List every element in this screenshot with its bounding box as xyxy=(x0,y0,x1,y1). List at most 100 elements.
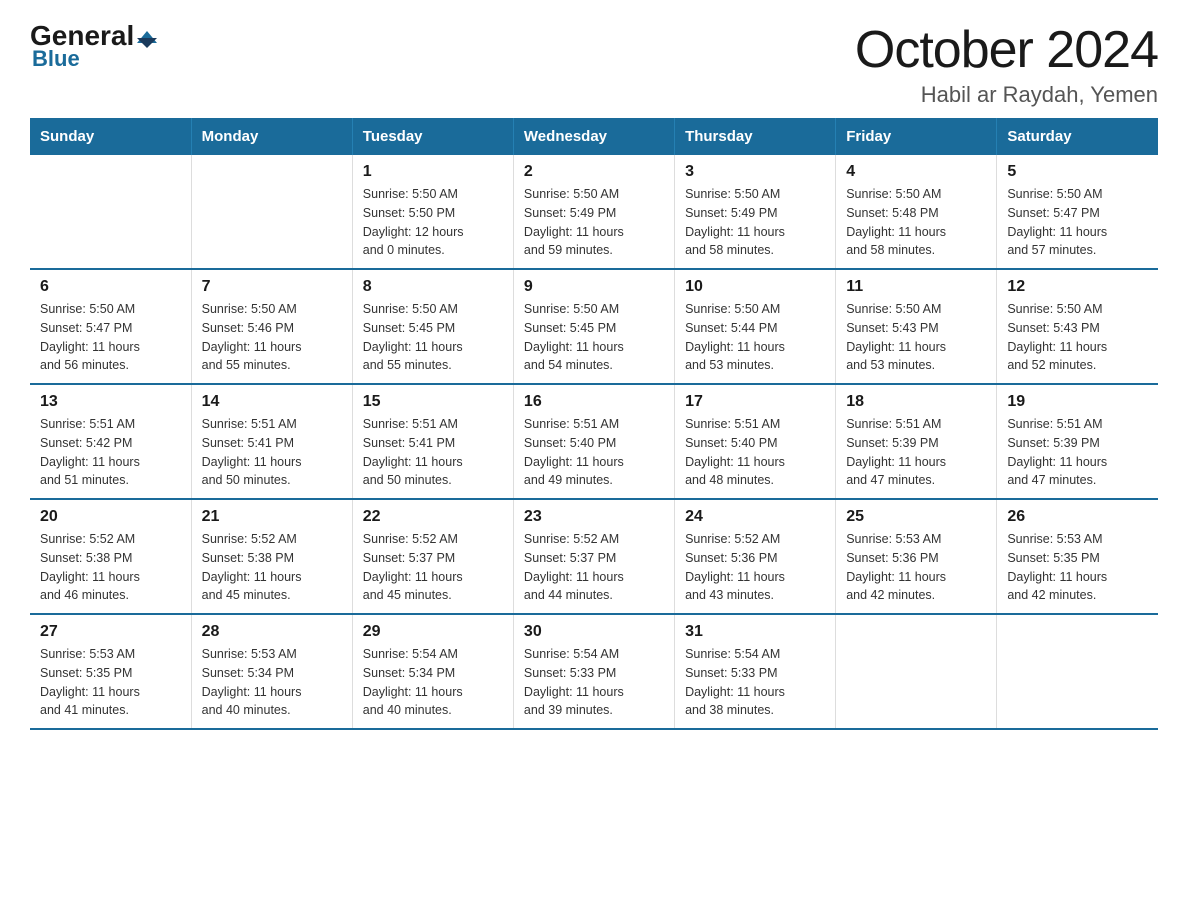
page-title: October 2024 xyxy=(855,20,1158,80)
day-info: Sunrise: 5:52 AMSunset: 5:38 PMDaylight:… xyxy=(202,530,342,605)
day-cell: 30Sunrise: 5:54 AMSunset: 5:33 PMDayligh… xyxy=(513,614,674,729)
week-row-3: 13Sunrise: 5:51 AMSunset: 5:42 PMDayligh… xyxy=(30,384,1158,499)
day-number: 4 xyxy=(846,163,986,181)
day-cell: 4 Sunrise: 5:50 AMSunset: 5:48 PMDaylight… xyxy=(836,155,997,269)
day-cell: 5 Sunrise: 5:50 AMSunset: 5:47 PMDaylight… xyxy=(997,155,1158,269)
day-info: Sunrise: 5:50 AMSunset: 5:45 PMDaylight:… xyxy=(524,300,664,375)
week-row-2: 6 Sunrise: 5:50 AMSunset: 5:47 PMDaylight… xyxy=(30,269,1158,384)
day-info: Sunrise: 5:50 AMSunset: 5:43 PMDaylight:… xyxy=(846,300,986,375)
day-info: Sunrise: 5:53 AMSunset: 5:35 PMDaylight:… xyxy=(1007,530,1148,605)
day-cell xyxy=(191,155,352,269)
day-number: 28 xyxy=(202,623,342,641)
day-cell: 28 Sunrise: 5:53 AMSunset: 5:34 PMDayligh… xyxy=(191,614,352,729)
day-info: Sunrise: 5:54 AMSunset: 5:34 PMDaylight:… xyxy=(363,645,503,720)
day-number: 16 xyxy=(524,393,664,411)
day-number: 2 xyxy=(524,163,664,181)
day-number: 18 xyxy=(846,393,986,411)
day-number: 12 xyxy=(1007,278,1148,296)
day-info: Sunrise: 5:50 AMSunset: 5:47 PMDaylight:… xyxy=(40,300,181,375)
day-info: Sunrise: 5:50 AMSunset: 5:49 PMDaylight:… xyxy=(524,185,664,260)
day-number: 14 xyxy=(202,393,342,411)
day-cell xyxy=(30,155,191,269)
day-cell: 20Sunrise: 5:52 AMSunset: 5:38 PMDayligh… xyxy=(30,499,191,614)
day-info: Sunrise: 5:50 AMSunset: 5:50 PMDaylight:… xyxy=(363,185,503,260)
day-number: 25 xyxy=(846,508,986,526)
week-row-1: 1Sunrise: 5:50 AMSunset: 5:50 PMDaylight… xyxy=(30,155,1158,269)
day-info: Sunrise: 5:50 AMSunset: 5:43 PMDaylight:… xyxy=(1007,300,1148,375)
day-cell: 27 Sunrise: 5:53 AMSunset: 5:35 PMDayligh… xyxy=(30,614,191,729)
day-number: 31 xyxy=(685,623,825,641)
day-info: Sunrise: 5:54 AMSunset: 5:33 PMDaylight:… xyxy=(685,645,825,720)
day-number: 23 xyxy=(524,508,664,526)
title-block: October 2024 Habil ar Raydah, Yemen xyxy=(855,20,1158,108)
day-cell: 18 Sunrise: 5:51 AMSunset: 5:39 PMDayligh… xyxy=(836,384,997,499)
day-info: Sunrise: 5:53 AMSunset: 5:35 PMDaylight:… xyxy=(40,645,181,720)
day-cell: 29 Sunrise: 5:54 AMSunset: 5:34 PMDayligh… xyxy=(352,614,513,729)
header-cell-wednesday: Wednesday xyxy=(513,118,674,155)
header-cell-sunday: Sunday xyxy=(30,118,191,155)
day-number: 9 xyxy=(524,278,664,296)
day-info: Sunrise: 5:51 AMSunset: 5:41 PMDaylight:… xyxy=(202,415,342,490)
header-cell-saturday: Saturday xyxy=(997,118,1158,155)
day-cell: 16 Sunrise: 5:51 AMSunset: 5:40 PMDayligh… xyxy=(513,384,674,499)
day-info: Sunrise: 5:51 AMSunset: 5:40 PMDaylight:… xyxy=(685,415,825,490)
day-cell: 17Sunrise: 5:51 AMSunset: 5:40 PMDayligh… xyxy=(675,384,836,499)
day-cell: 3Sunrise: 5:50 AMSunset: 5:49 PMDaylight… xyxy=(675,155,836,269)
day-cell: 8Sunrise: 5:50 AMSunset: 5:45 PMDaylight… xyxy=(352,269,513,384)
logo-icon xyxy=(137,31,157,48)
day-number: 24 xyxy=(685,508,825,526)
day-number: 15 xyxy=(363,393,503,411)
day-info: Sunrise: 5:50 AMSunset: 5:45 PMDaylight:… xyxy=(363,300,503,375)
day-number: 5 xyxy=(1007,163,1148,181)
day-number: 30 xyxy=(524,623,664,641)
day-info: Sunrise: 5:52 AMSunset: 5:37 PMDaylight:… xyxy=(524,530,664,605)
week-row-5: 27 Sunrise: 5:53 AMSunset: 5:35 PMDayligh… xyxy=(30,614,1158,729)
calendar-table: SundayMondayTuesdayWednesdayThursdayFrid… xyxy=(30,118,1158,730)
header-cell-friday: Friday xyxy=(836,118,997,155)
day-number: 21 xyxy=(202,508,342,526)
logo-blue-text: Blue xyxy=(32,46,80,72)
page-subtitle: Habil ar Raydah, Yemen xyxy=(855,82,1158,108)
header-cell-monday: Monday xyxy=(191,118,352,155)
day-cell: 31 Sunrise: 5:54 AMSunset: 5:33 PMDayligh… xyxy=(675,614,836,729)
day-cell: 2 Sunrise: 5:50 AMSunset: 5:49 PMDaylight… xyxy=(513,155,674,269)
day-info: Sunrise: 5:52 AMSunset: 5:37 PMDaylight:… xyxy=(363,530,503,605)
day-cell: 24Sunrise: 5:52 AMSunset: 5:36 PMDayligh… xyxy=(675,499,836,614)
day-cell: 15 Sunrise: 5:51 AMSunset: 5:41 PMDayligh… xyxy=(352,384,513,499)
day-cell: 11 Sunrise: 5:50 AMSunset: 5:43 PMDayligh… xyxy=(836,269,997,384)
day-info: Sunrise: 5:53 AMSunset: 5:34 PMDaylight:… xyxy=(202,645,342,720)
day-cell: 6 Sunrise: 5:50 AMSunset: 5:47 PMDaylight… xyxy=(30,269,191,384)
day-info: Sunrise: 5:51 AMSunset: 5:40 PMDaylight:… xyxy=(524,415,664,490)
day-number: 6 xyxy=(40,278,181,296)
day-cell: 9 Sunrise: 5:50 AMSunset: 5:45 PMDaylight… xyxy=(513,269,674,384)
day-number: 29 xyxy=(363,623,503,641)
day-cell: 14 Sunrise: 5:51 AMSunset: 5:41 PMDayligh… xyxy=(191,384,352,499)
day-cell xyxy=(997,614,1158,729)
day-number: 20 xyxy=(40,508,181,526)
day-cell: 19 Sunrise: 5:51 AMSunset: 5:39 PMDayligh… xyxy=(997,384,1158,499)
day-number: 22 xyxy=(363,508,503,526)
header-cell-thursday: Thursday xyxy=(675,118,836,155)
day-cell: 13Sunrise: 5:51 AMSunset: 5:42 PMDayligh… xyxy=(30,384,191,499)
day-cell: 26 Sunrise: 5:53 AMSunset: 5:35 PMDayligh… xyxy=(997,499,1158,614)
page-header: General Blue October 2024 Habil ar Rayda… xyxy=(30,20,1158,108)
day-number: 11 xyxy=(846,278,986,296)
day-info: Sunrise: 5:50 AMSunset: 5:47 PMDaylight:… xyxy=(1007,185,1148,260)
day-cell: 12 Sunrise: 5:50 AMSunset: 5:43 PMDayligh… xyxy=(997,269,1158,384)
day-cell: 10 Sunrise: 5:50 AMSunset: 5:44 PMDayligh… xyxy=(675,269,836,384)
day-number: 19 xyxy=(1007,393,1148,411)
day-info: Sunrise: 5:51 AMSunset: 5:39 PMDaylight:… xyxy=(1007,415,1148,490)
day-info: Sunrise: 5:50 AMSunset: 5:44 PMDaylight:… xyxy=(685,300,825,375)
day-info: Sunrise: 5:50 AMSunset: 5:48 PMDaylight:… xyxy=(846,185,986,260)
day-info: Sunrise: 5:51 AMSunset: 5:39 PMDaylight:… xyxy=(846,415,986,490)
day-cell: 1Sunrise: 5:50 AMSunset: 5:50 PMDaylight… xyxy=(352,155,513,269)
day-number: 10 xyxy=(685,278,825,296)
day-cell: 25 Sunrise: 5:53 AMSunset: 5:36 PMDayligh… xyxy=(836,499,997,614)
day-number: 13 xyxy=(40,393,181,411)
day-info: Sunrise: 5:53 AMSunset: 5:36 PMDaylight:… xyxy=(846,530,986,605)
day-number: 26 xyxy=(1007,508,1148,526)
calendar-header-row: SundayMondayTuesdayWednesdayThursdayFrid… xyxy=(30,118,1158,155)
day-number: 27 xyxy=(40,623,181,641)
day-number: 3 xyxy=(685,163,825,181)
day-info: Sunrise: 5:51 AMSunset: 5:41 PMDaylight:… xyxy=(363,415,503,490)
